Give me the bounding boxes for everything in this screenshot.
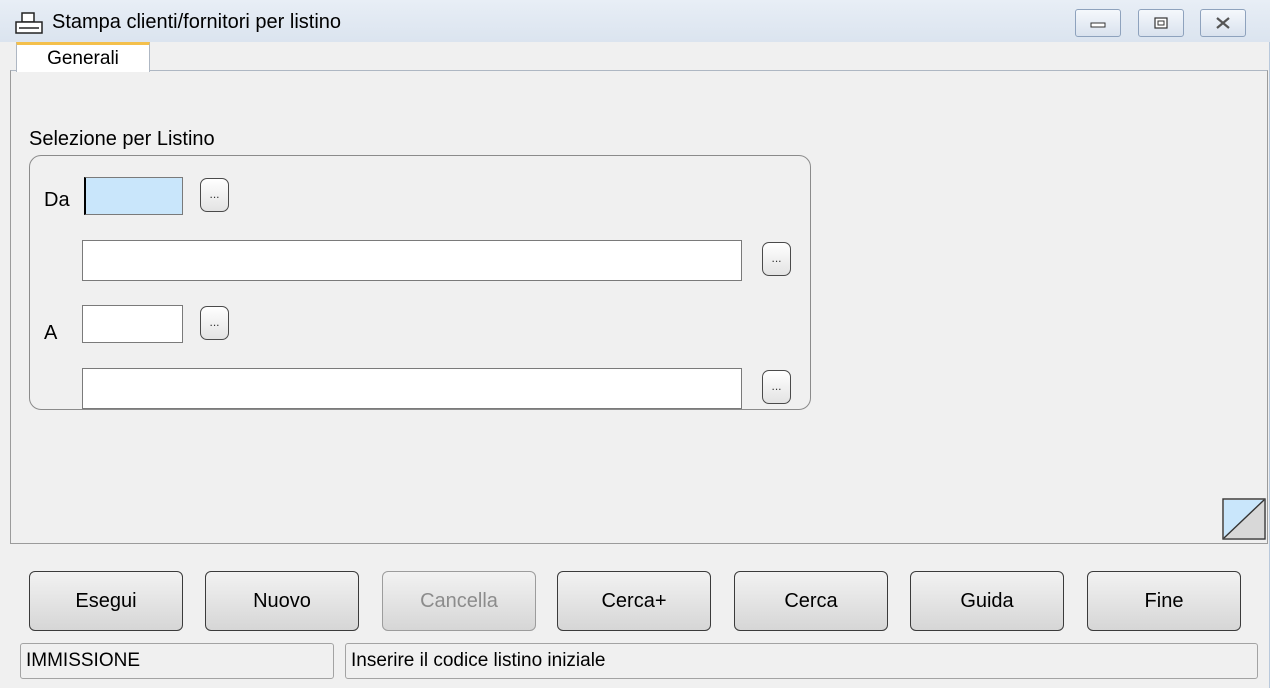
window-title: Stampa clienti/fornitori per listino <box>52 11 342 33</box>
tab-generali[interactable]: Generali <box>16 42 150 72</box>
printer-icon <box>15 12 43 34</box>
from-label: Da <box>44 189 70 211</box>
esegui-button[interactable]: Esegui <box>29 571 183 631</box>
minimize-button[interactable] <box>1075 9 1121 37</box>
resize-grip-icon[interactable] <box>1222 498 1266 540</box>
cerca-plus-button[interactable]: Cerca+ <box>557 571 711 631</box>
group-label: Selezione per Listino <box>29 128 215 150</box>
maximize-icon <box>1154 17 1168 29</box>
minimize-icon <box>1090 22 1106 28</box>
to-code-input[interactable] <box>82 305 183 343</box>
to-label: A <box>44 322 58 344</box>
cancella-button[interactable]: Cancella <box>382 571 536 631</box>
close-icon <box>1216 17 1230 29</box>
from-description-lookup-button[interactable]: ... <box>762 242 791 276</box>
from-code-input[interactable] <box>84 177 183 215</box>
to-description-lookup-button[interactable]: ... <box>762 370 791 404</box>
from-code-lookup-button[interactable]: ... <box>200 178 229 212</box>
nuovo-button[interactable]: Nuovo <box>205 571 359 631</box>
to-code-lookup-button[interactable]: ... <box>200 306 229 340</box>
main-window: Stampa clienti/fornitori per listino Gen… <box>0 0 1270 688</box>
status-mode: IMMISSIONE <box>20 643 334 679</box>
close-button[interactable] <box>1200 9 1246 37</box>
guida-button[interactable]: Guida <box>910 571 1064 631</box>
title-bar[interactable]: Stampa clienti/fornitori per listino <box>0 0 1270 42</box>
tab-label: Generali <box>47 48 119 69</box>
fine-button[interactable]: Fine <box>1087 571 1241 631</box>
status-message: Inserire il codice listino iniziale <box>345 643 1258 679</box>
from-description-input[interactable] <box>82 240 742 281</box>
maximize-button[interactable] <box>1138 9 1184 37</box>
cerca-button[interactable]: Cerca <box>734 571 888 631</box>
to-description-input[interactable] <box>82 368 742 409</box>
